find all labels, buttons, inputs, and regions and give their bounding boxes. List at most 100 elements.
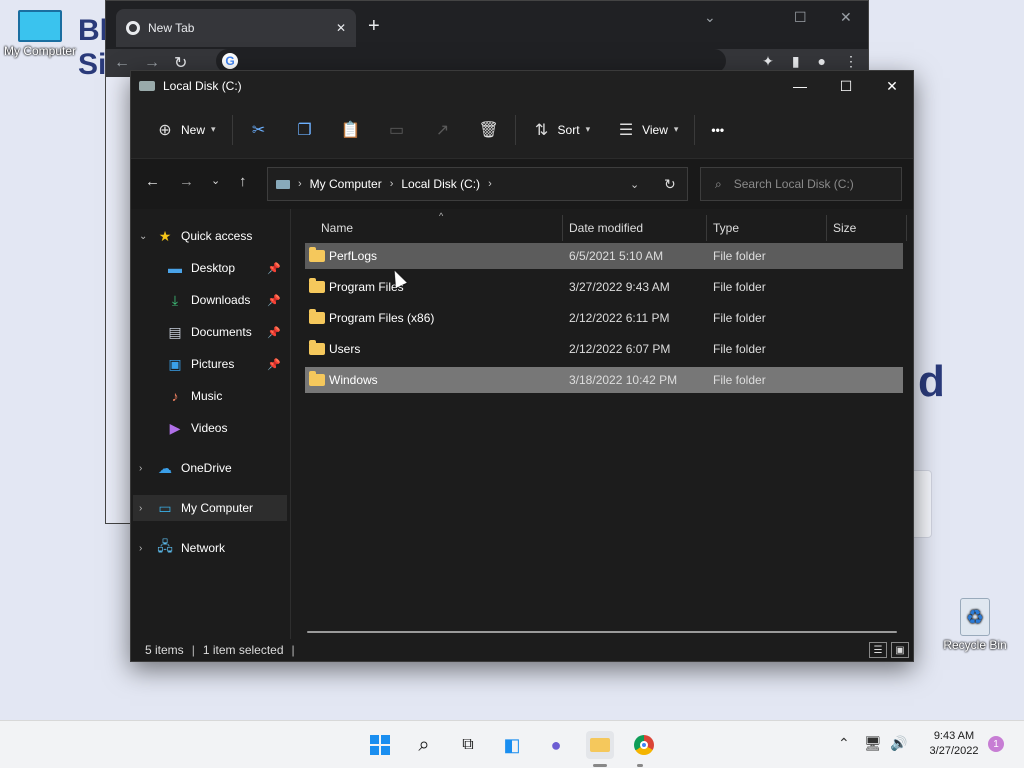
sidebar-label: Quick access (181, 229, 253, 243)
navigation-pane: ⌄ ★ Quick access ▬ Desktop 📌 ⤓ Downloads… (131, 209, 291, 639)
start-button[interactable] (366, 731, 394, 759)
sidebar-item-documents[interactable]: ▤ Documents 📌 (167, 319, 287, 345)
breadcrumb-local-disk[interactable]: Local Disk (C:) (401, 177, 480, 191)
divider (514, 114, 516, 145)
sidebar-item-videos[interactable]: ▶ Videos (167, 415, 287, 441)
pin-icon[interactable]: 📌 (267, 294, 281, 307)
pin-icon[interactable]: 📌 (267, 358, 281, 371)
large-icons-view-icon[interactable]: ▣ (891, 642, 909, 658)
file-date: 2/12/2022 6:07 PM (569, 342, 671, 356)
chrome-minimize-icon[interactable]: ⌄ (704, 9, 716, 26)
desktop-icon: ▬ (168, 260, 182, 276)
delete-button[interactable]: 🗑 (473, 114, 505, 146)
extensions-icon[interactable]: ✦ (762, 53, 774, 70)
back-icon[interactable]: ← (114, 54, 130, 72)
notification-badge[interactable]: 1 (988, 736, 1004, 752)
copy-button[interactable]: ❐ (289, 114, 321, 146)
sidebar-label: My Computer (181, 501, 254, 515)
address-dropdown-icon[interactable]: ⌄ (630, 178, 639, 191)
sidebar-item-my-computer[interactable]: › ▭ My Computer (133, 495, 287, 521)
details-view-icon[interactable]: ☰ (869, 642, 887, 658)
column-header-name[interactable]: Name ^ (315, 211, 563, 241)
sidebar-label: OneDrive (181, 461, 232, 475)
desktop-recycle-bin[interactable]: ♻ Recycle Bin (940, 598, 1010, 652)
back-arrow-icon[interactable]: ← (145, 173, 160, 190)
search-input[interactable]: ⌕ Search Local Disk (C:) (700, 167, 902, 201)
sidebar-label: Desktop (191, 261, 236, 275)
new-button[interactable]: ⊕ New ▾ (149, 114, 222, 146)
file-explorer-taskbar-button[interactable] (586, 731, 614, 759)
file-row-perflogs[interactable]: PerfLogs 6/5/2021 5:10 AM File folder (305, 243, 903, 269)
sidebar-label: Videos (191, 421, 228, 435)
sidebar-item-quick-access[interactable]: ⌄ ★ Quick access (139, 223, 289, 249)
close-tab-icon[interactable]: ✕ (336, 21, 346, 35)
breadcrumb-my-computer[interactable]: My Computer (310, 177, 382, 191)
address-bar[interactable]: › My Computer › Local Disk (C:) › ⌄ ↻ (267, 167, 688, 201)
minimize-icon[interactable]: — (777, 71, 823, 101)
sidebar-item-network[interactable]: › 🖧 Network (139, 535, 289, 561)
chrome-taskbar-button[interactable] (630, 731, 658, 759)
new-tab-button[interactable]: + (368, 15, 380, 38)
share-button[interactable]: ↗ (427, 114, 459, 146)
column-header-type[interactable]: Type (707, 215, 827, 241)
view-button[interactable]: ☰ View ▾ (610, 114, 684, 146)
breadcrumb-separator: › (488, 178, 492, 190)
chevron-right-icon[interactable]: › (139, 463, 149, 474)
pin-icon[interactable]: 📌 (267, 326, 281, 339)
taskbar: ⌕ ⧉ ◧ ● ⌃ 🖥 🔊 9:43 AM 3/27/2022 (0, 720, 1024, 768)
file-explorer-window[interactable]: Local Disk (C:) — ☐ ✕ ⊕ New ▾ ✂ ❐ 📋 ▭ ↗ … (130, 70, 914, 662)
search-button[interactable]: ⌕ (410, 731, 438, 759)
column-header-size[interactable]: Size (827, 215, 907, 241)
volume-icon[interactable]: 🔊 (890, 735, 907, 752)
network-icon[interactable]: 🖥 (864, 735, 882, 752)
paste-button[interactable]: 📋 (335, 114, 367, 146)
sort-button[interactable]: ⇅ Sort ▾ (526, 114, 597, 146)
sidebar-item-pictures[interactable]: ▣ Pictures 📌 (167, 351, 287, 377)
scissors-icon: ✂ (251, 121, 266, 139)
chrome-close-icon[interactable]: ✕ (840, 9, 852, 26)
chrome-menu-icon[interactable]: ⋮ (844, 53, 858, 70)
search-icon: ⌕ (418, 733, 430, 756)
recent-chevron-icon[interactable]: ⌄ (211, 174, 220, 187)
cut-button[interactable]: ✂ (243, 114, 275, 146)
profile-icon[interactable]: ● (818, 53, 826, 70)
close-icon[interactable]: ✕ (869, 71, 915, 101)
sidebar-item-onedrive[interactable]: › ☁ OneDrive (139, 455, 289, 481)
rename-button[interactable]: ▭ (381, 114, 413, 146)
sidebar-item-downloads[interactable]: ⤓ Downloads 📌 (167, 287, 287, 313)
chevron-right-icon[interactable]: › (139, 503, 149, 514)
file-row-users[interactable]: Users 2/12/2022 6:07 PM File folder (305, 336, 903, 362)
more-options-button[interactable]: ••• (705, 114, 730, 146)
sidebar-item-music[interactable]: ♪ Music (167, 383, 287, 409)
file-row-windows[interactable]: Windows 3/18/2022 10:42 PM File folder (305, 367, 903, 393)
chevron-down-icon[interactable]: ⌄ (139, 231, 149, 242)
title-bar: Local Disk (C:) — ☐ ✕ (131, 71, 913, 101)
file-type: File folder (713, 249, 766, 263)
chrome-tabbar: New Tab ✕ + ⌄ ☐ ✕ (106, 1, 868, 49)
desktop-my-computer[interactable]: My Computer (0, 10, 80, 58)
task-view-button[interactable]: ⧉ (454, 731, 482, 759)
chevron-right-icon[interactable]: › (139, 543, 149, 554)
sidebar-item-desktop[interactable]: ▬ Desktop 📌 (167, 255, 287, 281)
pin-icon[interactable]: 📌 (267, 262, 281, 275)
chrome-maximize-icon[interactable]: ☐ (794, 9, 807, 26)
widgets-button[interactable]: ◧ (498, 731, 526, 759)
chevron-up-icon[interactable]: ⌃ (838, 735, 850, 752)
teams-chat-button[interactable]: ● (542, 731, 570, 759)
column-header-date[interactable]: Date modified (563, 215, 707, 241)
file-type: File folder (713, 280, 766, 294)
refresh-icon[interactable]: ↻ (664, 176, 676, 193)
window-title: Local Disk (C:) (163, 79, 242, 93)
horizontal-scrollbar[interactable] (307, 631, 897, 633)
search-placeholder: Search Local Disk (C:) (733, 177, 854, 191)
chrome-tab[interactable]: New Tab ✕ (116, 9, 356, 47)
active-indicator (593, 764, 607, 767)
maximize-icon[interactable]: ☐ (823, 71, 869, 101)
up-arrow-icon[interactable]: ↑ (239, 173, 247, 190)
clock[interactable]: 9:43 AM 3/27/2022 (918, 729, 990, 759)
time-text: 9:43 AM (933, 730, 975, 742)
file-row-program-files-x86[interactable]: Program Files (x86) 2/12/2022 6:11 PM Fi… (305, 305, 903, 331)
sidepanel-icon[interactable]: ▮ (792, 53, 800, 70)
forward-arrow-icon[interactable]: → (179, 173, 194, 190)
google-icon: G (222, 53, 238, 69)
